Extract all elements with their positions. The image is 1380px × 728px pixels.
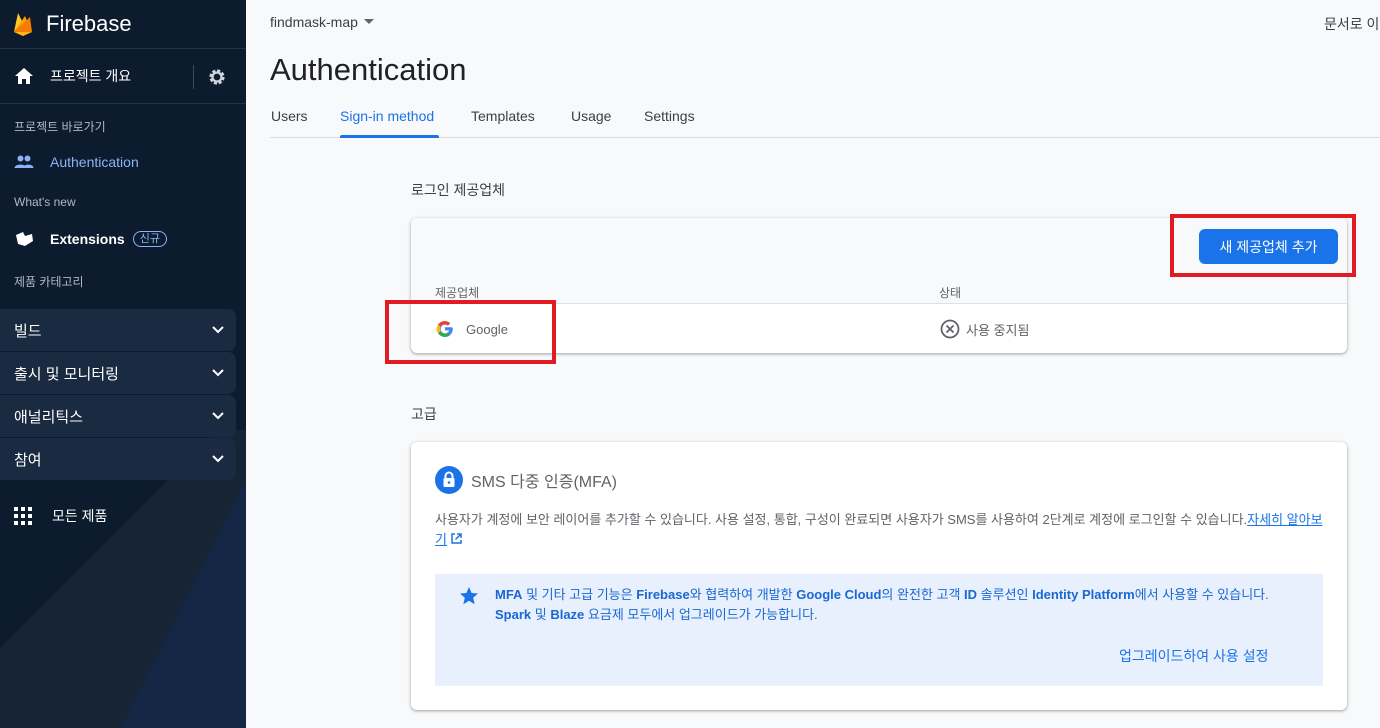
tab-usage[interactable]: Usage xyxy=(571,108,611,124)
category-label: 출시 및 모니터링 xyxy=(14,365,119,383)
info-text-part: 에서 사용할 수 있습니다. xyxy=(1134,587,1269,602)
upgrade-link[interactable]: 업그레이드하여 사용 설정 xyxy=(1119,646,1268,666)
category-release-monitor[interactable]: 출시 및 모니터링 xyxy=(0,352,236,394)
info-text-part: 의 완전한 고객 xyxy=(881,587,965,602)
home-icon xyxy=(15,68,33,84)
star-icon xyxy=(460,587,478,605)
tab-users[interactable]: Users xyxy=(271,108,308,124)
brand-name: Firebase xyxy=(46,11,132,36)
column-header-status: 상태 xyxy=(939,286,962,300)
info-text-part: 및 기타 고급 기능은 xyxy=(522,587,637,602)
chevron-down-icon xyxy=(212,455,224,463)
info-text-part: 와 협력하여 개발한 xyxy=(689,587,797,602)
info-text-bold: MFA xyxy=(495,587,523,602)
sidebar-item-extensions[interactable]: Extensions 신규 xyxy=(14,230,167,248)
providers-section-title: 로그인 제공업체 xyxy=(411,182,506,198)
open-in-new-icon xyxy=(451,533,462,544)
lock-icon xyxy=(435,466,463,494)
info-text-bold: Blaze xyxy=(550,607,585,622)
shortcuts-section-label: 프로젝트 바로가기 xyxy=(14,120,106,134)
project-selector[interactable]: findmask-map xyxy=(270,14,374,30)
status-text: 사용 중지됨 xyxy=(966,322,1030,338)
provider-name: Google xyxy=(466,321,508,337)
providers-card-header: 새 제공업체 추가 제공업체 상태 xyxy=(411,218,1347,304)
google-logo-icon xyxy=(436,321,453,337)
category-engage[interactable]: 참여 xyxy=(0,438,236,480)
column-header-provider: 제공업체 xyxy=(435,286,480,300)
chevron-down-icon xyxy=(212,369,224,377)
product-categories-label: 제품 카테고리 xyxy=(14,275,84,289)
info-text-bold: Identity Platform xyxy=(1032,587,1135,602)
advanced-section-title: 고급 xyxy=(411,406,437,422)
chevron-down-icon xyxy=(212,326,224,334)
table-row[interactable]: Google 사용 중지됨 xyxy=(411,305,1347,353)
category-label: 애널리틱스 xyxy=(14,408,84,426)
info-text-bold: ID xyxy=(964,587,978,602)
mfa-title: SMS 다중 인증(MFA) xyxy=(471,474,617,491)
sidebar: Firebase 프로젝트 개요 프로젝트 바로가기 Authenticatio… xyxy=(0,0,246,728)
mfa-header: SMS 다중 인증(MFA) xyxy=(435,466,617,494)
grid-icon xyxy=(14,507,32,525)
info-text: MFA 및 기타 고급 기능은 Firebase와 협력하여 개발한 Googl… xyxy=(495,585,1307,625)
people-icon xyxy=(14,155,34,168)
info-text-part: 및 xyxy=(531,607,551,622)
tab-sign-in-method[interactable]: Sign-in method xyxy=(340,108,434,124)
tab-settings[interactable]: Settings xyxy=(644,108,695,124)
info-text-bold: Google Cloud xyxy=(796,587,882,602)
firebase-brand[interactable]: Firebase xyxy=(12,10,132,38)
disabled-circle-x-icon xyxy=(940,319,960,339)
firebase-logo-icon xyxy=(14,13,32,36)
sidebar-item-label: Authentication xyxy=(50,154,139,170)
divider xyxy=(193,65,194,89)
gear-icon[interactable] xyxy=(207,67,227,87)
chevron-down-icon xyxy=(212,412,224,420)
tab-bar: Users Sign-in method Templates Usage Set… xyxy=(270,98,1380,138)
all-products[interactable]: 모든 제품 xyxy=(14,506,107,526)
mfa-description: 사용자가 계정에 보안 레이어를 추가할 수 있습니다. 사용 설정, 통합, … xyxy=(435,510,1325,550)
all-products-label: 모든 제품 xyxy=(52,508,108,524)
page-title: Authentication xyxy=(270,52,467,87)
info-text-part: 요금제 모두에서 업그레이드가 가능합니다. xyxy=(584,607,818,622)
providers-card: 새 제공업체 추가 제공업체 상태 Google 사용 중지됨 xyxy=(411,218,1347,353)
whats-new-label: What's new xyxy=(14,195,76,209)
category-analytics[interactable]: 애널리틱스 xyxy=(0,395,236,437)
project-overview-label: 프로젝트 개요 xyxy=(50,68,132,84)
category-label: 참여 xyxy=(14,451,42,469)
project-overview[interactable]: 프로젝트 개요 xyxy=(0,48,246,104)
provider-cell: Google xyxy=(435,319,508,339)
status-cell: 사용 중지됨 xyxy=(940,319,1029,339)
caret-down-icon xyxy=(363,19,374,24)
add-provider-button[interactable]: 새 제공업체 추가 xyxy=(1199,229,1338,264)
category-build[interactable]: 빌드 xyxy=(0,309,236,351)
tab-templates[interactable]: Templates xyxy=(471,108,535,124)
mfa-card: SMS 다중 인증(MFA) 사용자가 계정에 보안 레이어를 추가할 수 있습… xyxy=(411,442,1347,710)
sidebar-decoration-shape xyxy=(120,480,246,728)
info-text-bold: Firebase xyxy=(636,587,690,602)
info-text-part: 솔루션인 xyxy=(977,587,1033,602)
info-box: MFA 및 기타 고급 기능은 Firebase와 협력하여 개발한 Googl… xyxy=(435,574,1323,686)
category-label: 빌드 xyxy=(14,322,42,340)
sidebar-item-authentication[interactable]: Authentication xyxy=(14,154,139,170)
active-tab-indicator xyxy=(340,135,439,138)
info-text-bold: Spark xyxy=(495,607,532,622)
extensions-icon xyxy=(16,232,33,246)
sidebar-item-label: Extensions xyxy=(50,231,125,247)
docs-link[interactable]: 문서로 이 xyxy=(1324,14,1379,34)
new-badge: 신규 xyxy=(132,231,167,247)
project-name: findmask-map xyxy=(270,14,358,30)
mfa-description-text: 사용자가 계정에 보안 레이어를 추가할 수 있습니다. 사용 설정, 통합, … xyxy=(435,512,1248,527)
